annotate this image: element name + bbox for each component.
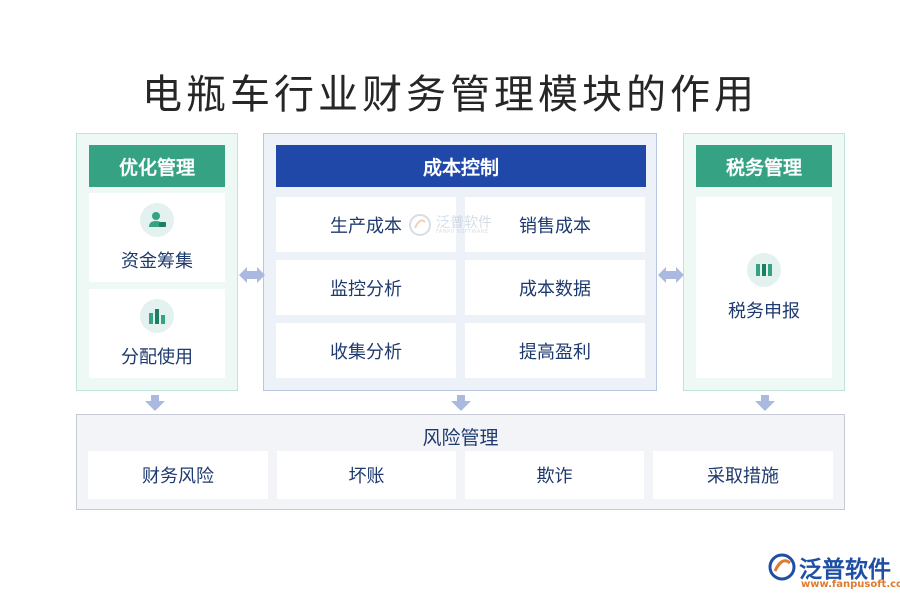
panel-risk: 风险管理 财务风险 坏账 欺诈 采取措施 bbox=[76, 414, 845, 510]
risk-header: 风险管理 bbox=[422, 427, 499, 449]
tax-header: 税务管理 bbox=[696, 145, 832, 187]
page-title: 电瓶车行业财务管理模块的作用 bbox=[142, 72, 758, 118]
down-arrow-icon bbox=[145, 395, 165, 411]
fanpu-logo-icon bbox=[768, 553, 796, 581]
down-arrow-icon bbox=[451, 395, 471, 411]
double-arrow-right-icon bbox=[658, 267, 684, 283]
down-arrow-icon bbox=[755, 395, 775, 411]
brand-url: www.fanpusoft.com bbox=[801, 579, 900, 590]
user-money-icon bbox=[140, 202, 174, 237]
card-label: 资金筹集 bbox=[121, 250, 193, 272]
panel-tax: 税务管理 税务申报 bbox=[683, 133, 845, 391]
card-monitor-analysis: 监控分析 bbox=[276, 260, 456, 315]
card-tax-filing: 税务申报 bbox=[696, 197, 832, 378]
double-arrow-left-icon bbox=[239, 267, 265, 283]
ledger-icon bbox=[747, 252, 781, 287]
card-label: 分配使用 bbox=[121, 346, 193, 368]
panel-cost-control: 成本控制 生产成本 销售成本 监控分析 成本数据 收集分析 提高盈利 bbox=[263, 133, 657, 391]
card-fraud: 欺诈 bbox=[465, 451, 644, 499]
watermark: 泛普软件 FANPU SOFTWARE bbox=[408, 210, 518, 240]
bar-chart-icon bbox=[140, 298, 174, 333]
brand-logo: 泛普软件 www.fanpusoft.com bbox=[765, 548, 900, 594]
card-cost-data: 成本数据 bbox=[465, 260, 645, 315]
watermark-sub: FANPU SOFTWARE bbox=[436, 228, 489, 235]
card-financial-risk: 财务风险 bbox=[88, 451, 268, 499]
fanpu-logo-icon bbox=[409, 214, 431, 236]
card-improve-profit: 提高盈利 bbox=[465, 323, 645, 378]
optimize-header: 优化管理 bbox=[89, 145, 225, 187]
panel-optimize: 优化管理 资金筹集 分配使用 bbox=[76, 133, 238, 391]
watermark-name: 泛普软件 bbox=[436, 214, 492, 231]
card-bad-debt: 坏账 bbox=[277, 451, 456, 499]
card-label: 税务申报 bbox=[728, 300, 800, 322]
cost-control-header: 成本控制 bbox=[276, 145, 646, 187]
card-collect-analysis: 收集分析 bbox=[276, 323, 456, 378]
card-take-measures: 采取措施 bbox=[653, 451, 833, 499]
card-fund-raising: 资金筹集 bbox=[89, 193, 225, 282]
card-allocation: 分配使用 bbox=[89, 289, 225, 378]
